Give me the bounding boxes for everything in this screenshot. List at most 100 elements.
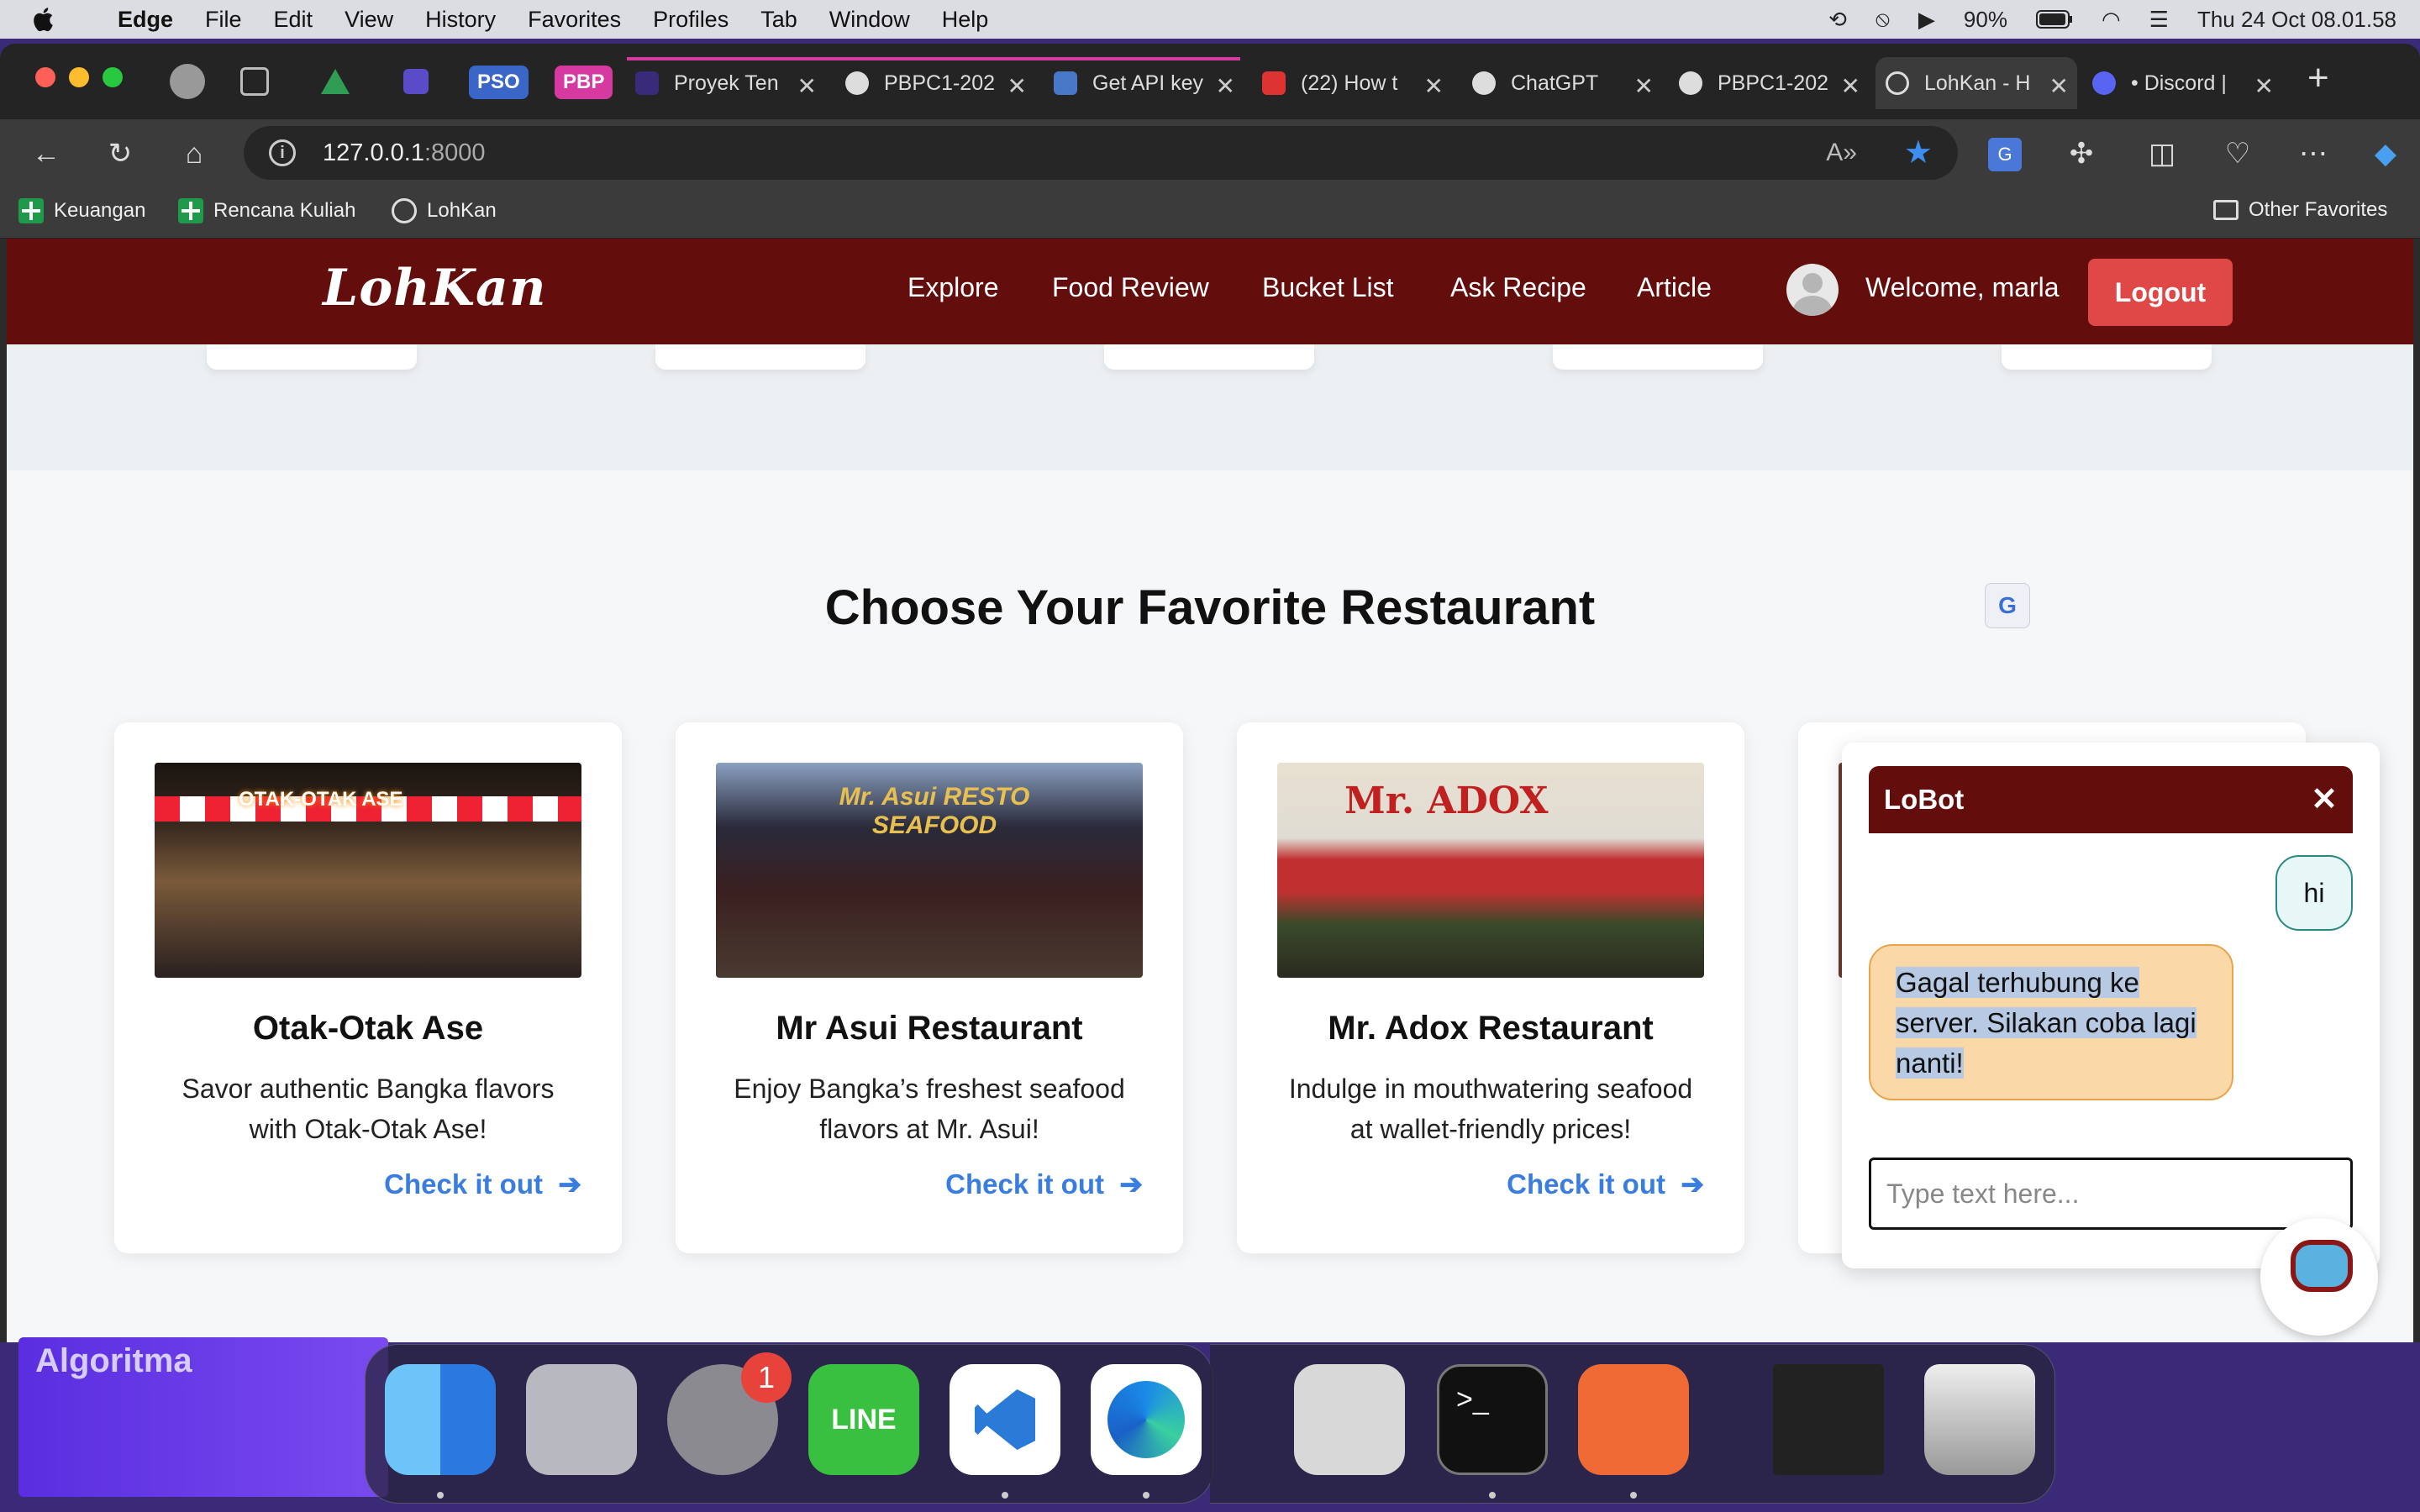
restaurant-image[interactable]: Mr. ADOX — [1277, 763, 1704, 978]
close-window-button[interactable] — [35, 67, 55, 87]
tab-proyek[interactable]: Proyek Ten ✕ — [635, 57, 825, 109]
trash-icon[interactable] — [1924, 1364, 2035, 1475]
menu-tab[interactable]: Tab — [760, 7, 797, 33]
chat-input[interactable]: Type text here... — [1869, 1158, 2353, 1230]
bookmark-keuangan[interactable]: Keuangan — [18, 198, 145, 223]
tab-list-icon[interactable] — [403, 69, 429, 94]
close-tab-icon[interactable]: ✕ — [1634, 72, 1654, 100]
drive-icon[interactable] — [321, 69, 350, 94]
category-card-stub[interactable] — [1104, 344, 1314, 370]
nav-article[interactable]: Article — [1637, 272, 1712, 303]
close-tab-icon[interactable]: ✕ — [1216, 72, 1235, 100]
play-icon[interactable]: ▶ — [1918, 7, 1935, 33]
favorite-star-icon[interactable]: ★ — [1904, 126, 1933, 180]
apple-icon[interactable] — [30, 5, 59, 34]
chatgpt-icon — [1472, 71, 1496, 95]
tab-pbpc1-a[interactable]: PBPC1-202 ✕ — [845, 57, 1035, 109]
category-card-stub[interactable] — [2002, 344, 2212, 370]
close-tab-icon[interactable]: ✕ — [1424, 72, 1444, 100]
close-chat-icon[interactable]: ✕ — [2311, 766, 2338, 833]
line-app-icon[interactable]: LINE — [808, 1364, 919, 1475]
tab-youtube[interactable]: (22) How t ✕ — [1262, 57, 1452, 109]
split-screen-icon[interactable]: ◫ — [2143, 134, 2181, 173]
edge-icon[interactable] — [1091, 1364, 1202, 1475]
finder-icon[interactable] — [385, 1364, 496, 1475]
menu-view[interactable]: View — [345, 7, 393, 33]
close-tab-icon[interactable]: ✕ — [1841, 72, 1860, 100]
check-it-out-link[interactable]: Check it out ➔ — [945, 1168, 1143, 1200]
reload-icon[interactable]: ↻ — [101, 134, 139, 173]
logout-button[interactable]: Logout — [2088, 259, 2233, 326]
bookmark-rencana-kuliah[interactable]: Rencana Kuliah — [178, 198, 355, 223]
menu-favorites[interactable]: Favorites — [528, 7, 621, 33]
category-card-stub[interactable] — [1553, 344, 1763, 370]
pinned-tab-pso[interactable]: PSO — [469, 66, 529, 99]
nav-ask-recipe[interactable]: Ask Recipe — [1450, 272, 1586, 303]
control-center-icon[interactable]: ☰ — [2149, 7, 2169, 33]
terminal-icon[interactable]: >_ — [1437, 1364, 1548, 1475]
menu-app-name[interactable]: Edge — [118, 7, 173, 33]
zoom-window-button[interactable] — [103, 67, 123, 87]
category-card-stub[interactable] — [655, 344, 865, 370]
wifi-icon[interactable]: ◠ — [2102, 7, 2121, 33]
nav-food-review[interactable]: Food Review — [1052, 272, 1209, 303]
tab-lohkan[interactable]: LohKan - H ✕ — [1876, 57, 2077, 109]
tab-discord[interactable]: • Discord | ✕ — [2092, 57, 2282, 109]
menu-window[interactable]: Window — [829, 7, 910, 33]
profile-avatar[interactable] — [170, 64, 205, 99]
lohkan-logo[interactable]: LohKan — [323, 259, 546, 318]
close-tab-icon[interactable]: ✕ — [797, 72, 817, 100]
browser-essentials-icon[interactable]: ♡ — [2218, 134, 2257, 173]
proyek-favicon — [635, 71, 659, 95]
restaurant-image[interactable]: OTAK-OTAK ASE — [155, 763, 581, 978]
other-favorites[interactable]: Other Favorites — [2213, 198, 2387, 222]
workspaces-icon[interactable] — [240, 67, 269, 96]
copilot-icon[interactable]: ◆ — [2366, 134, 2405, 173]
user-avatar[interactable] — [1786, 264, 1839, 316]
desktop-window-label: Algoritma — [35, 1342, 192, 1379]
google-translate-icon[interactable]: G — [1985, 583, 2030, 628]
vscode-window-thumbnail[interactable] — [1773, 1364, 1884, 1475]
menu-history[interactable]: History — [425, 7, 496, 33]
tab-get-api-key[interactable]: Get API key ✕ — [1054, 57, 1244, 109]
close-tab-icon[interactable]: ✕ — [2049, 72, 2069, 100]
close-tab-icon[interactable]: ✕ — [2254, 72, 2274, 100]
vscode-icon[interactable] — [950, 1364, 1060, 1475]
clock[interactable]: Thu 24 Oct 08.01.58 — [2197, 7, 2396, 33]
restaurant-card: OTAK-OTAK ASE Otak-Otak Ase Savor authen… — [114, 722, 622, 1253]
restaurant-image[interactable]: Mr. Asui RESTO SEAFOOD — [716, 763, 1143, 978]
menu-file[interactable]: File — [205, 7, 242, 33]
new-tab-button[interactable]: + — [2307, 57, 2329, 99]
more-menu-icon[interactable]: ⋯ — [2294, 134, 2333, 173]
back-icon[interactable]: ← — [27, 134, 66, 173]
minimize-window-button[interactable] — [69, 67, 89, 87]
pinned-tab-pbp[interactable]: PBP — [555, 66, 613, 99]
extensions-icon[interactable]: ✣ — [2062, 134, 2101, 173]
menu-edit[interactable]: Edit — [274, 7, 313, 33]
menu-profiles[interactable]: Profiles — [653, 7, 729, 33]
launchpad-icon[interactable] — [526, 1364, 637, 1475]
mute-icon[interactable]: ⦸ — [1876, 6, 1890, 33]
category-card-stub[interactable] — [207, 344, 417, 370]
tab-chatgpt[interactable]: ChatGPT ✕ — [1472, 57, 1662, 109]
url-host: 127.0.0.1 — [323, 139, 424, 166]
close-tab-icon[interactable]: ✕ — [1007, 72, 1027, 100]
time-machine-icon[interactable]: ⟲ — [1828, 7, 1847, 33]
read-aloud-icon[interactable]: A» — [1826, 126, 1857, 180]
postman-icon[interactable] — [1578, 1364, 1689, 1475]
desktop-window-preview[interactable]: Algoritma — [18, 1337, 388, 1497]
bookmark-lohkan[interactable]: LohKan — [392, 198, 497, 223]
check-it-out-link[interactable]: Check it out ➔ — [384, 1168, 581, 1200]
tab-pbpc1-b[interactable]: PBPC1-202 ✕ — [1679, 57, 1869, 109]
address-bar[interactable]: i 127.0.0.1:8000 A» ★ — [244, 126, 1958, 180]
chatbot-launcher-button[interactable] — [2260, 1218, 2378, 1336]
nav-explore[interactable]: Explore — [908, 272, 999, 303]
translate-icon[interactable]: G — [1988, 138, 2022, 171]
home-icon[interactable]: ⌂ — [175, 134, 213, 173]
nav-bucket-list[interactable]: Bucket List — [1262, 272, 1394, 303]
calculator-icon[interactable] — [1294, 1364, 1405, 1475]
battery-icon[interactable] — [2035, 10, 2073, 29]
site-info-icon[interactable]: i — [269, 139, 296, 166]
menu-help[interactable]: Help — [942, 7, 989, 33]
check-it-out-link[interactable]: Check it out ➔ — [1507, 1168, 1704, 1200]
